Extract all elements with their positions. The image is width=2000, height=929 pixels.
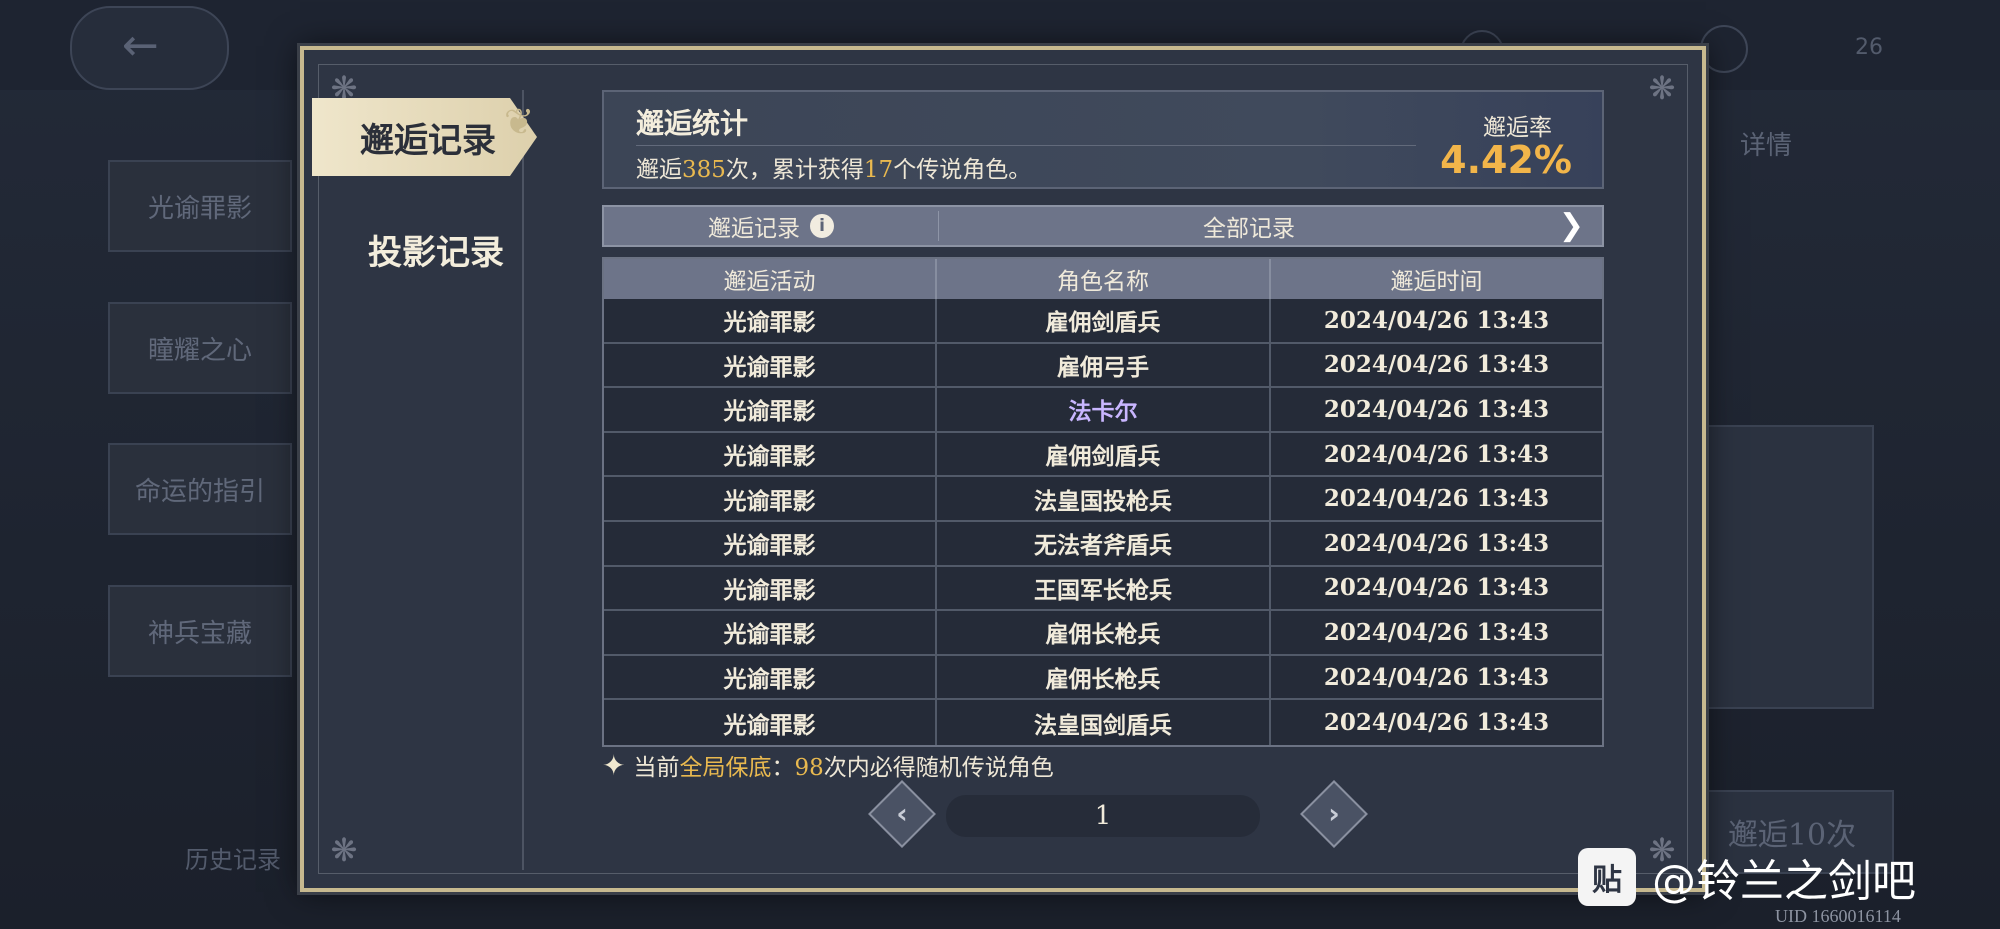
stats-title: 邂逅统计 [636, 107, 749, 140]
info-icon[interactable]: i [810, 214, 834, 238]
next-page-button[interactable]: › [1300, 780, 1368, 848]
cell-time: 2024/04/26 13:43 [1323, 395, 1550, 423]
cell-event: 光谕罪影 [604, 521, 937, 565]
nav-tab-label: 投影记录 [368, 232, 504, 273]
banner-tab-2[interactable]: 瞳耀之心 [108, 302, 292, 394]
background-detail-link[interactable]: 详情 [1740, 125, 1792, 162]
nav-ornament-icon: ❦ [504, 102, 535, 143]
table-row: 光谕罪影 雇佣剑盾兵 2024/04/26 13:43 [604, 299, 1602, 344]
four-point-star-icon: ✦ [602, 748, 626, 782]
watermark: 贴 @铃兰之剑吧 [1578, 845, 1916, 909]
record-filter-dropdown[interactable]: 全部记录 [939, 207, 1559, 245]
banner-tab-1[interactable]: 光谕罪影 [108, 160, 292, 252]
stats-divider [636, 145, 1416, 146]
cell-event: 光谕罪影 [604, 566, 937, 610]
cell-time: 2024/04/26 13:43 [1323, 440, 1550, 468]
back-button[interactable]: ← [70, 6, 229, 90]
corner-ornament-icon: ❋ [330, 831, 358, 869]
watermark-text: @铃兰之剑吧 [1652, 856, 1916, 907]
page-indicator: 1 [946, 795, 1260, 837]
encounter-rate-value: 4.42% [1440, 138, 1572, 182]
cell-character-name: 雇佣长枪兵 [937, 655, 1271, 699]
column-header-name: 角色名称 [937, 259, 1271, 299]
cell-event: 光谕罪影 [604, 700, 937, 745]
cell-character-name: 雇佣长枪兵 [937, 611, 1271, 654]
nav-tab-label: 邂逅记录 [360, 120, 496, 161]
cell-time: 2024/04/26 13:43 [1323, 351, 1550, 379]
table-row: 光谕罪影 雇佣长枪兵 2024/04/26 13:43 [604, 655, 1602, 701]
cell-event: 光谕罪影 [604, 343, 937, 387]
table-body: 光谕罪影 雇佣剑盾兵 2024/04/26 13:43 光谕罪影 雇佣弓手 2024/04… [604, 299, 1602, 745]
record-filter-bar: 邂逅记录 i 全部记录 ❯ [602, 205, 1604, 247]
column-header-event: 邂逅活动 [604, 259, 937, 299]
cell-time: 2024/04/26 13:43 [1323, 485, 1550, 513]
cell-time: 2024/04/26 13:43 [1323, 574, 1550, 602]
record-filter-value: 全部记录 [1203, 216, 1295, 242]
background-detail-label: 详情 [1740, 131, 1793, 161]
banner-tab-4[interactable]: 神兵宝藏 [108, 585, 292, 677]
cell-character-name: 雇佣剑盾兵 [937, 432, 1271, 476]
table-header-row: 邂逅活动 角色名称 邂逅时间 [604, 259, 1602, 299]
cell-time: 2024/04/26 13:43 [1323, 709, 1550, 737]
nav-tab-projection-records[interactable]: 投影记录 [312, 210, 522, 288]
stats-summary: 邂逅385次，累计获得17个传说角色。 [636, 157, 1032, 183]
legend-count: 17 [863, 157, 894, 183]
cell-time: 2024/04/26 13:43 [1323, 663, 1550, 691]
encounter-rate-label: 邂逅率 [1483, 115, 1552, 141]
records-modal: ❋ ❋ ❋ ❋ 邂逅记录 ❦ 投影记录 邂逅统计 邂逅385次，累计获得17个传… [300, 46, 1706, 892]
table-row: 光谕罪影 雇佣长枪兵 2024/04/26 13:43 [604, 611, 1602, 656]
back-arrow-icon: ← [122, 20, 159, 71]
chevron-right-icon: › [1328, 797, 1340, 830]
table-row: 光谕罪影 法皇国投枪兵 2024/04/26 13:43 [604, 477, 1602, 522]
cell-time: 2024/04/26 13:43 [1323, 529, 1550, 557]
cell-character-name: 法皇国剑盾兵 [937, 700, 1271, 745]
records-table: 邂逅活动 角色名称 邂逅时间 光谕罪影 雇佣剑盾兵 2024/04/26 13:43… [602, 257, 1604, 747]
column-header-time: 邂逅时间 [1390, 269, 1483, 295]
table-row: 光谕罪影 法卡尔 2024/04/26 13:43 [604, 388, 1602, 433]
cell-time: 2024/04/26 13:43 [1323, 618, 1550, 646]
cell-time: 2024/04/26 13:43 [1323, 306, 1550, 334]
background-history-label[interactable]: 历史记录 [185, 840, 281, 875]
pull-count: 385 [682, 157, 726, 183]
cell-event: 光谕罪影 [604, 432, 937, 476]
background-counter: 26 [1855, 35, 1883, 60]
uid-label: UID 1660016114 [1775, 906, 1901, 926]
tieba-logo-icon: 贴 [1578, 848, 1636, 906]
cell-event: 光谕罪影 [604, 655, 937, 699]
cell-character-name: 法卡尔 [937, 388, 1271, 431]
chevron-right-icon[interactable]: ❯ [1559, 208, 1584, 243]
pity-highlight: 全局保底 [679, 755, 772, 781]
table-row: 光谕罪影 法皇国剑盾兵 2024/04/26 13:43 [604, 700, 1602, 745]
encounter-stats-panel: 邂逅统计 邂逅385次，累计获得17个传说角色。 邂逅率 4.42% [602, 90, 1604, 189]
cell-character-name: 雇佣剑盾兵 [937, 299, 1271, 342]
table-row: 光谕罪影 王国军长枪兵 2024/04/26 13:43 [604, 566, 1602, 612]
cell-character-name: 无法者斧盾兵 [937, 521, 1271, 565]
table-row: 光谕罪影 雇佣弓手 2024/04/26 13:43 [604, 343, 1602, 389]
pity-info: ✦ 当前全局保底：98次内必得随机传说角色 [602, 748, 1054, 782]
background-gear-icon [1700, 25, 1748, 73]
cell-character-name: 雇佣弓手 [937, 343, 1271, 387]
nav-divider [522, 90, 524, 870]
background-character-card [1690, 425, 1874, 709]
pity-count: 98 [794, 755, 824, 781]
cell-character-name: 王国军长枪兵 [937, 566, 1271, 610]
cell-event: 光谕罪影 [604, 477, 937, 520]
table-row: 光谕罪影 无法者斧盾兵 2024/04/26 13:43 [604, 521, 1602, 567]
prev-page-button[interactable]: ‹ [868, 780, 936, 848]
chevron-left-icon: ‹ [896, 797, 908, 830]
cell-event: 光谕罪影 [604, 388, 937, 431]
cell-event: 光谕罪影 [604, 299, 937, 342]
table-row: 光谕罪影 雇佣剑盾兵 2024/04/26 13:43 [604, 432, 1602, 478]
corner-ornament-icon: ❋ [1648, 69, 1676, 107]
cell-character-name: 法皇国投枪兵 [937, 477, 1271, 520]
cell-event: 光谕罪影 [604, 611, 937, 654]
record-type-label: 邂逅记录 i [604, 207, 938, 245]
banner-tab-3[interactable]: 命运的指引 [108, 443, 292, 535]
